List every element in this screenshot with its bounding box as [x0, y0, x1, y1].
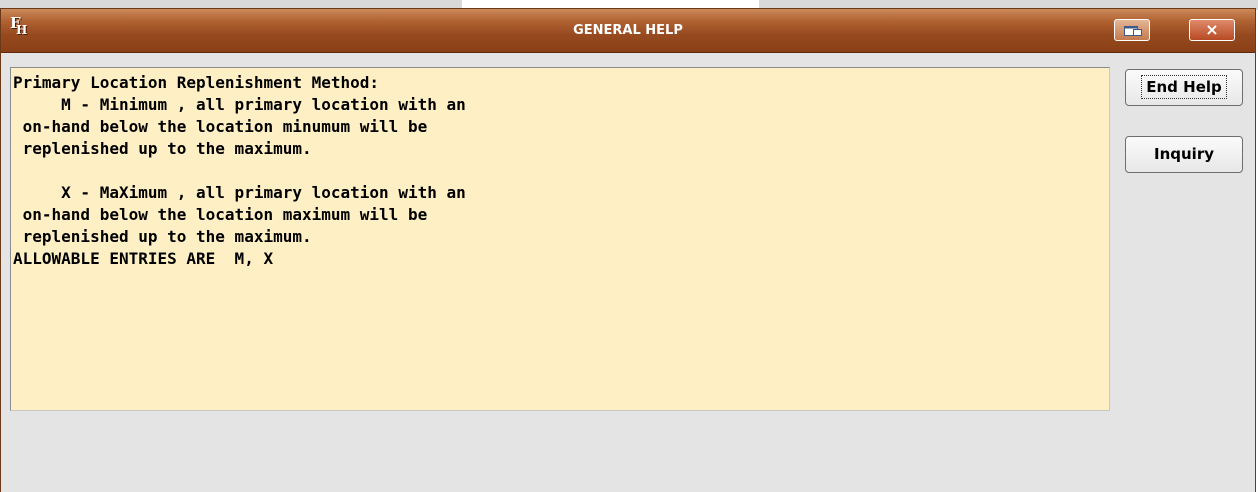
help-line: replenished up to the maximum. — [13, 139, 312, 158]
help-line: on-hand below the location minumum will … — [13, 117, 428, 136]
help-line — [13, 160, 1109, 182]
help-line: replenished up to the maximum. — [13, 227, 312, 246]
help-line: Primary Location Replenishment Method: — [13, 73, 380, 92]
help-line: on-hand below the location maximum will … — [13, 205, 428, 224]
close-icon: × — [1205, 20, 1219, 39]
restore-button[interactable] — [1114, 19, 1150, 41]
help-text-area[interactable]: Primary Location Replenishment Method: M… — [10, 67, 1110, 411]
help-line: X - MaXimum , all primary location with … — [13, 183, 466, 202]
end-help-label: End Help — [1141, 75, 1227, 99]
inquiry-button[interactable]: Inquiry — [1125, 136, 1243, 173]
end-help-button[interactable]: End Help — [1125, 69, 1243, 106]
window-title: GENERAL HELP — [573, 23, 683, 38]
general-help-window: FH GENERAL HELP × Primary Location Reple… — [0, 8, 1256, 492]
help-line: ALLOWABLE ENTRIES ARE M, X — [13, 249, 274, 268]
help-line: M - Minimum , all primary location with … — [13, 95, 466, 114]
title-bar[interactable]: FH GENERAL HELP × — [1, 9, 1255, 53]
close-button[interactable]: × — [1189, 19, 1235, 41]
restore-icon — [1124, 26, 1142, 36]
inquiry-label: Inquiry — [1154, 145, 1214, 163]
